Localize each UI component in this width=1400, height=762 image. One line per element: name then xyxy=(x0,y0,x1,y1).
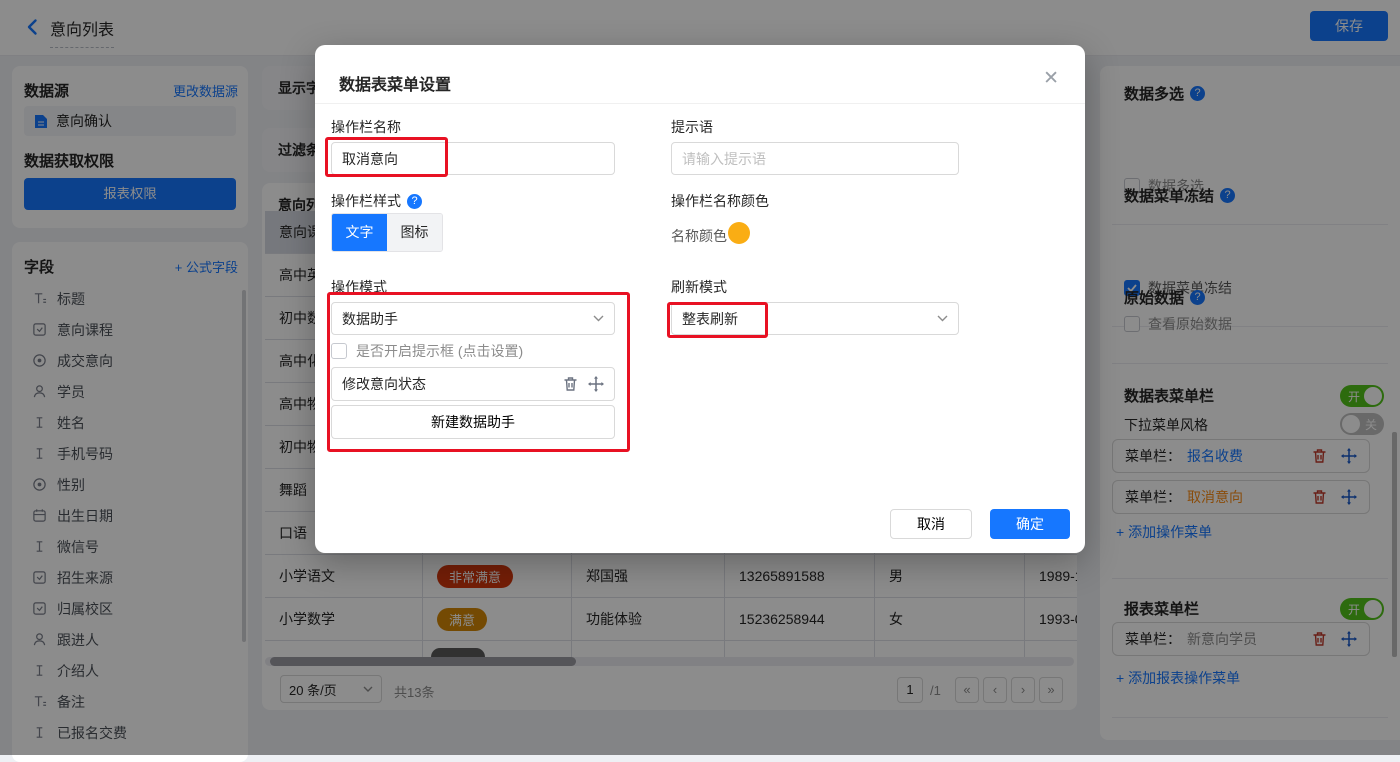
refresh-mode-select[interactable]: 整表刷新 xyxy=(671,302,959,335)
assistant-item-label: 修改意向状态 xyxy=(342,374,553,394)
action-mode-label: 操作模式 xyxy=(331,277,387,297)
action-mode-select[interactable]: 数据助手 xyxy=(331,302,615,335)
action-style-label-text: 操作栏样式 xyxy=(331,191,401,211)
trash-icon[interactable] xyxy=(563,376,578,392)
help-icon[interactable]: ? xyxy=(407,194,422,209)
tip-box-checkbox[interactable]: 是否开启提示框 (点击设置) xyxy=(331,341,523,361)
assistant-item[interactable]: 修改意向状态 xyxy=(331,367,615,401)
name-color-label: 名称颜色 xyxy=(671,226,727,246)
tip-input[interactable] xyxy=(671,142,959,175)
color-swatch[interactable] xyxy=(728,222,750,244)
refresh-mode-label: 刷新模式 xyxy=(671,277,727,297)
table-menu-settings-modal: 数据表菜单设置 ✕ 操作栏名称 提示语 操作栏样式 ? 文字 图标 操作栏名称颜… xyxy=(315,45,1085,553)
new-assistant-button[interactable]: 新建数据助手 xyxy=(331,405,615,439)
checkbox-icon xyxy=(331,343,347,359)
refresh-mode-value: 整表刷新 xyxy=(682,309,937,329)
tab-icon[interactable]: 图标 xyxy=(387,214,442,251)
cancel-button[interactable]: 取消 xyxy=(890,509,972,539)
action-style-tabs: 文字 图标 xyxy=(331,213,443,252)
chevron-down-icon xyxy=(937,315,948,322)
divider xyxy=(315,103,1085,104)
close-icon[interactable]: ✕ xyxy=(1043,67,1059,90)
action-name-label: 操作栏名称 xyxy=(331,117,401,137)
tip-label: 提示语 xyxy=(671,117,713,137)
tab-text[interactable]: 文字 xyxy=(332,214,387,251)
action-name-input[interactable] xyxy=(331,142,615,175)
chevron-down-icon xyxy=(593,315,604,322)
action-mode-value: 数据助手 xyxy=(342,309,593,329)
action-name-color-label: 操作栏名称颜色 xyxy=(671,191,769,211)
action-style-label: 操作栏样式 ? xyxy=(331,191,422,211)
checkbox-label: 是否开启提示框 (点击设置) xyxy=(356,341,523,361)
confirm-button[interactable]: 确定 xyxy=(990,509,1070,539)
modal-title: 数据表菜单设置 xyxy=(339,71,451,95)
move-icon[interactable] xyxy=(588,376,604,392)
